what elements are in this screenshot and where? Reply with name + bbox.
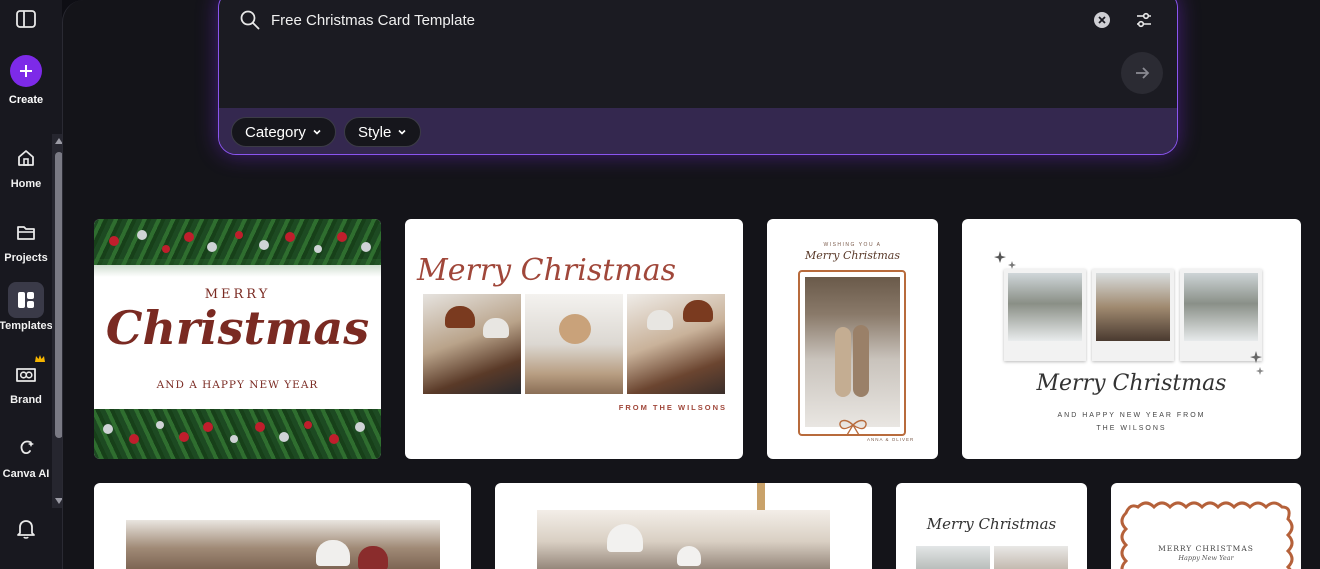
template-card-7[interactable]: Merry Christmas <box>896 483 1087 569</box>
card4-polaroid-2 <box>1092 269 1174 361</box>
card2-footer: FROM THE WILSONS <box>618 403 727 412</box>
plus-icon <box>20 65 32 77</box>
card6-photo <box>537 510 830 569</box>
card8-line2: Happy New Year <box>1178 554 1234 562</box>
create-label: Create <box>8 94 44 106</box>
clear-search-icon[interactable] <box>1093 11 1111 29</box>
sidebar-toggle-icon[interactable] <box>14 8 38 30</box>
template-card-1[interactable]: MERRY Christmas AND A HAPPY NEW YEAR <box>94 219 381 459</box>
card4-title: Merry Christmas <box>1036 371 1227 396</box>
templates-icon <box>8 282 44 318</box>
template-card-8[interactable]: MERRY CHRISTMAS Happy New Year <box>1111 483 1301 569</box>
card2-photo-3 <box>627 294 725 394</box>
bow-icon <box>839 419 867 436</box>
style-filter-button[interactable]: Style <box>344 117 422 147</box>
template-card-5[interactable] <box>94 483 471 569</box>
card3-top: WISHING YOU A <box>823 242 882 248</box>
sidebar-item-label: Home <box>10 178 42 190</box>
card2-photo-1 <box>423 294 521 394</box>
search-icon <box>239 9 261 31</box>
sidebar-item-projects[interactable]: Projects <box>0 214 60 264</box>
canva-ai-icon <box>8 430 44 466</box>
folder-icon <box>8 214 44 250</box>
card3-photo <box>805 277 900 427</box>
card1-christmas: Christmas <box>105 301 370 355</box>
card2-photo-2 <box>525 294 623 394</box>
home-icon <box>8 140 44 176</box>
template-card-4[interactable]: Merry Christmas AND HAPPY NEW YEAR FROM … <box>962 219 1301 459</box>
card7-photo-1 <box>916 546 990 569</box>
card5-photo <box>126 520 440 569</box>
left-sidebar: Create Home Projects Templates Brand Can… <box>0 0 66 569</box>
search-box: Category Style <box>218 0 1178 155</box>
filter-sliders-icon[interactable] <box>1133 9 1155 31</box>
card4-polaroid-1 <box>1004 269 1086 361</box>
create-button[interactable] <box>10 55 42 87</box>
card4-polaroid-3 <box>1180 269 1262 361</box>
card1-newyear: AND A HAPPY NEW YEAR <box>156 379 319 391</box>
chevron-down-icon <box>398 129 406 135</box>
card1-merry: MERRY <box>204 287 271 302</box>
search-top <box>219 0 1177 108</box>
card4-line1: AND HAPPY NEW YEAR FROM <box>1057 412 1206 419</box>
sidebar-item-label: Canva AI <box>2 468 50 480</box>
sidebar-item-label: Brand <box>10 394 42 406</box>
search-input[interactable] <box>271 9 1051 31</box>
chevron-down-icon <box>313 129 321 135</box>
search-filter-bar: Category Style <box>219 108 1177 154</box>
card3-names: ANNA & OLIVER <box>867 437 915 442</box>
sidebar-item-label: Templates <box>0 320 53 332</box>
card7-title: Merry Christmas <box>926 515 1057 533</box>
garland-bottom <box>94 409 381 459</box>
template-card-2[interactable]: Merry Christmas FROM THE WILSONS <box>405 219 743 459</box>
style-filter-label: Style <box>358 123 392 141</box>
sidebar-item-label: Projects <box>4 252 48 264</box>
crown-icon <box>35 355 45 362</box>
brand-icon <box>8 355 45 392</box>
card7-photo-2 <box>994 546 1068 569</box>
sidebar-item-templates[interactable]: Templates <box>0 282 60 332</box>
sidebar-item-home[interactable]: Home <box>0 140 60 190</box>
card3-title: Merry Christmas <box>805 249 900 262</box>
garland-top-fade <box>94 259 381 277</box>
notifications-bell-icon[interactable] <box>14 516 38 540</box>
arrow-right-icon <box>1136 67 1150 79</box>
card2-title: Merry Christmas <box>417 253 677 288</box>
sidebar-item-canva-ai[interactable]: Canva AI <box>0 430 60 480</box>
category-filter-label: Category <box>245 123 306 141</box>
template-card-6[interactable] <box>495 483 872 569</box>
submit-search-button[interactable] <box>1121 52 1163 94</box>
card8-line1: MERRY CHRISTMAS <box>1158 544 1254 553</box>
card4-line2: THE WILSONS <box>1096 425 1167 432</box>
sidebar-item-brand[interactable]: Brand <box>0 355 60 406</box>
category-filter-button[interactable]: Category <box>231 117 336 147</box>
template-card-3[interactable]: WISHING YOU A Merry Christmas ANNA & OLI… <box>767 219 938 459</box>
